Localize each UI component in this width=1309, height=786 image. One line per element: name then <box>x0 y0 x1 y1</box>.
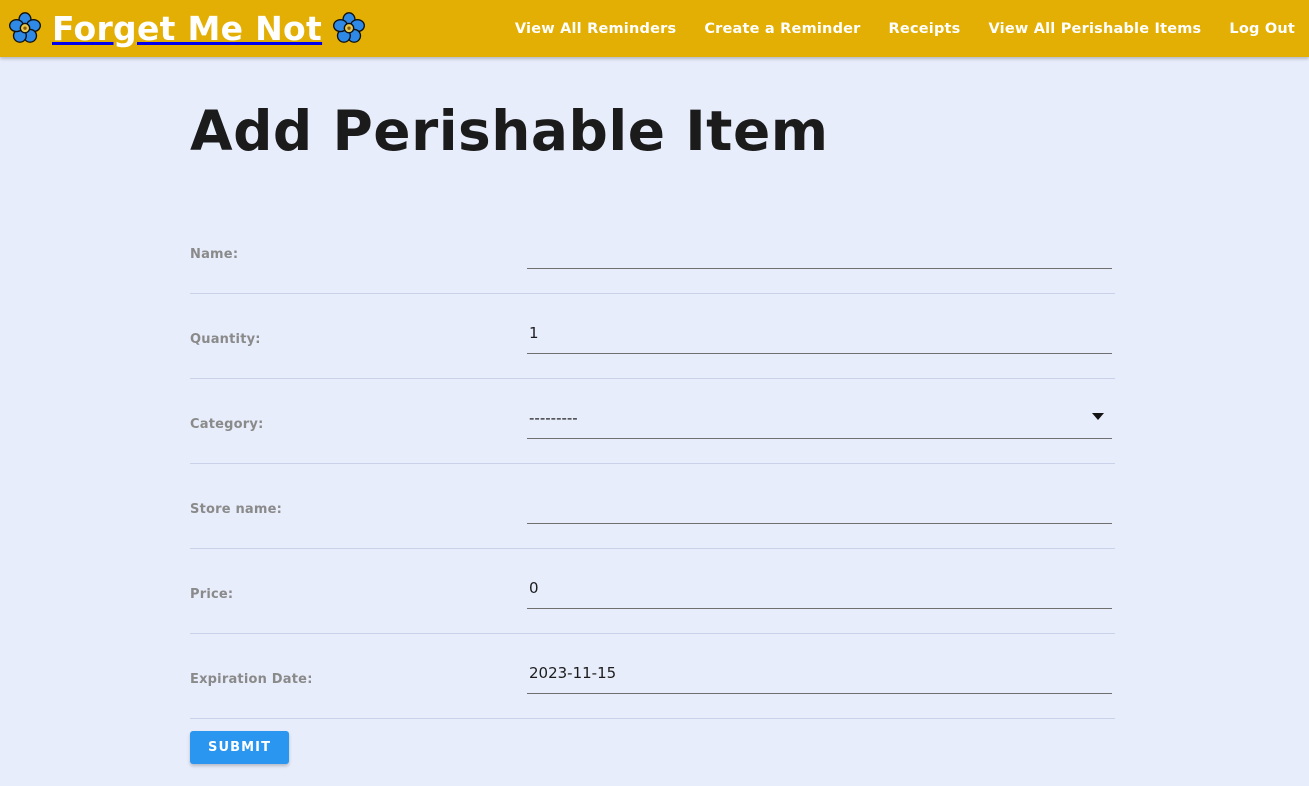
label-store-name: Store name: <box>190 502 283 518</box>
top-navbar: Forget Me Not View All Reminders Create … <box>0 0 1309 57</box>
control-store-name <box>527 464 1115 525</box>
form-row-store-name: Store name: <box>190 464 1115 550</box>
form-row-quantity: Quantity: <box>190 294 1115 380</box>
quantity-input[interactable] <box>527 316 1112 355</box>
brand-logo-link[interactable]: Forget Me Not <box>8 9 366 48</box>
flower-icon-right <box>332 11 366 46</box>
label-expiration-date: Expiration Date: <box>190 672 313 688</box>
nav-item-view-all-reminders[interactable]: View All Reminders <box>515 21 676 37</box>
flower-icon-left <box>8 11 42 46</box>
name-input[interactable] <box>527 231 1112 270</box>
price-input[interactable] <box>527 571 1112 610</box>
category-select[interactable]: --------- <box>527 401 1112 440</box>
control-name <box>527 209 1115 270</box>
add-perishable-item-form: Name: Quantity: Category: --------- <box>190 209 1115 774</box>
submit-row: SUBMIT <box>190 719 1115 774</box>
label-category: Category: <box>190 417 264 433</box>
nav-links: View All Reminders Create a Reminder Rec… <box>515 0 1295 57</box>
submit-button[interactable]: SUBMIT <box>190 731 290 765</box>
page-title: Add Perishable Item <box>190 99 829 163</box>
form-row-category: Category: --------- <box>190 379 1115 465</box>
form-row-price: Price: <box>190 549 1115 635</box>
form-row-expiration-date: Expiration Date: <box>190 634 1115 720</box>
nav-item-log-out[interactable]: Log Out <box>1229 21 1295 37</box>
label-quantity: Quantity: <box>190 332 261 348</box>
expiration-date-input[interactable] <box>527 656 1112 695</box>
label-name: Name: <box>190 247 239 263</box>
nav-item-view-all-perishable-items[interactable]: View All Perishable Items <box>989 21 1202 37</box>
nav-item-receipts[interactable]: Receipts <box>889 21 961 37</box>
page-content: Add Perishable Item Name: Quantity: Cate… <box>0 57 1309 774</box>
store-name-input[interactable] <box>527 486 1112 525</box>
control-price <box>527 549 1115 610</box>
control-expiration-date <box>527 634 1115 695</box>
brand-title: Forget Me Not <box>52 9 323 48</box>
form-row-name: Name: <box>190 209 1115 295</box>
label-price: Price: <box>190 587 234 603</box>
control-quantity <box>527 294 1115 355</box>
nav-item-create-a-reminder[interactable]: Create a Reminder <box>704 21 860 37</box>
control-category: --------- <box>527 379 1115 440</box>
category-select-wrapper: --------- <box>527 401 1112 440</box>
